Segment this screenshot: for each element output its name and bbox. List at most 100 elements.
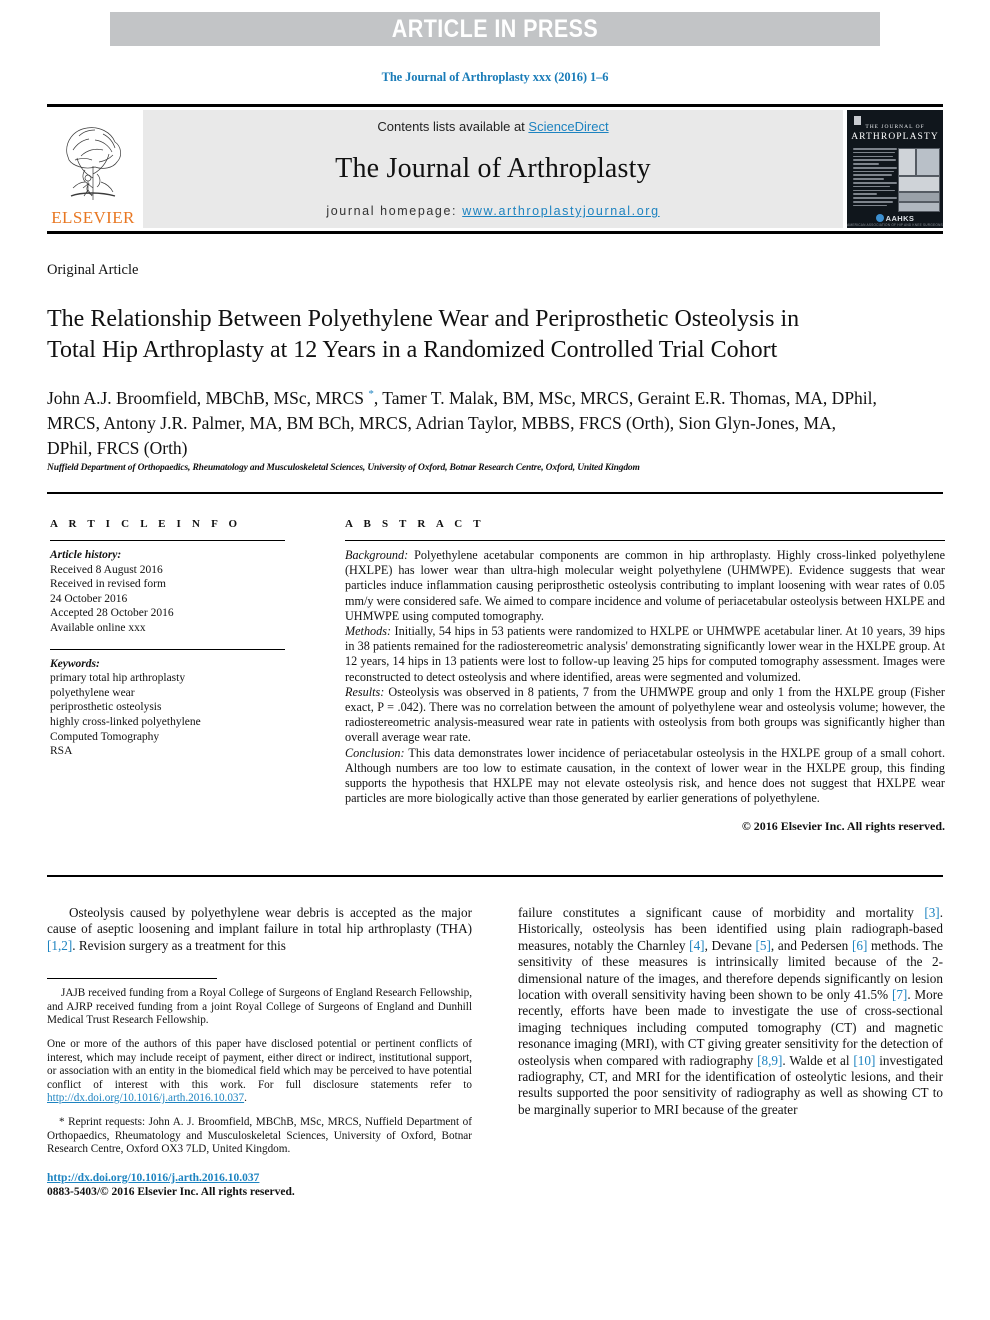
masthead-top-rule — [47, 104, 943, 107]
citation-ref[interactable]: [6] — [852, 938, 867, 953]
cover-title-line2: ARTHROPLASTY — [851, 132, 939, 142]
abstract-methods: Methods: Initially, 54 hips in 53 patien… — [345, 624, 945, 685]
journal-citation-line: The Journal of Arthroplasty xxx (2016) 1… — [381, 70, 609, 84]
citation-ref[interactable]: [3] — [924, 905, 939, 920]
article-in-press-label: ARTICLE IN PRESS — [391, 14, 599, 43]
article-doi-link[interactable]: http://dx.doi.org/10.1016/j.arth.2016.10… — [47, 1172, 259, 1184]
body-text-run: , and Pedersen — [770, 937, 852, 953]
body-text-run: . Walde et al — [782, 1052, 854, 1068]
reprint-marker: * — [59, 1115, 65, 1128]
history-item: Received 8 August 2016 — [50, 563, 163, 576]
article-type-label: Original Article — [47, 262, 139, 278]
history-item: Received in revised form — [50, 578, 166, 591]
history-item: 24 October 2016 — [50, 592, 128, 605]
doi-block: http://dx.doi.org/10.1016/j.arth.2016.10… — [47, 1171, 472, 1199]
abstract-background-label: Background: — [345, 548, 409, 562]
contents-lists-line: Contents lists available at ScienceDirec… — [377, 119, 608, 134]
aahks-label: AAHKS — [885, 214, 915, 223]
reprint-text: Reprint requests: John A. J. Broomfield,… — [47, 1115, 472, 1156]
elsevier-wordmark: ELSEVIER — [51, 208, 135, 227]
citation-ref[interactable]: [5] — [756, 938, 771, 953]
homepage-prefix: journal homepage: — [326, 204, 463, 218]
conflicts-period: . — [244, 1092, 247, 1105]
body-column-right: failure constitutes a significant cause … — [518, 905, 943, 1118]
abstract-rule — [345, 540, 945, 541]
abstract-methods-label: Methods: — [345, 624, 392, 639]
citation-ref[interactable]: [1,2] — [47, 938, 72, 953]
citation-ref[interactable]: [7] — [892, 987, 907, 1002]
keywords-block: Keywords: primary total hip arthroplasty… — [50, 657, 285, 759]
article-in-press-banner: ARTICLE IN PRESS — [110, 12, 880, 46]
keyword-item: highly cross-linked polyethylene — [50, 715, 201, 728]
article-history-label: Article history: — [50, 549, 122, 561]
corresponding-author-marker: * — [368, 388, 374, 400]
aahks-logo: AAHKS — [847, 214, 943, 223]
abstract-background: Background: Polyethylene acetabular comp… — [345, 548, 945, 624]
cover-figure-thumbnails — [898, 148, 940, 212]
abstract-body: Background: Polyethylene acetabular comp… — [345, 548, 945, 835]
article-history-block: Article history: Received 8 August 2016 … — [50, 548, 285, 636]
sciencedirect-panel: Contents lists available at ScienceDirec… — [143, 110, 843, 228]
abstract-section-top-rule — [47, 492, 943, 494]
abstract-column: A B S T R A C T Background: Polyethylene… — [345, 518, 945, 835]
masthead-bottom-rule — [47, 231, 943, 234]
author-names: John A.J. Broomfield, MBChB, MSc, MRCS *… — [47, 387, 877, 458]
sciencedirect-link[interactable]: ScienceDirect — [528, 119, 608, 134]
conflicts-text: One or more of the authors of this paper… — [47, 1038, 472, 1091]
issn-copyright-line: 0883-5403/© 2016 Elsevier Inc. All right… — [47, 1185, 295, 1198]
abstract-conclusion-label: Conclusion: — [345, 745, 405, 760]
article-info-column: A R T I C L E I N F O Article history: R… — [50, 518, 285, 759]
journal-masthead: ELSEVIER Contents lists available at Sci… — [47, 104, 943, 234]
page-title: The Relationship Between Polyethylene We… — [47, 306, 800, 364]
abstract-methods-text: Initially, 54 hips in 53 patients were r… — [345, 624, 945, 684]
citation-ref[interactable]: [10] — [853, 1053, 875, 1068]
conflicts-note: One or more of the authors of this paper… — [47, 1038, 472, 1106]
abstract-results-text: Osteolysis was observed in 8 patients, 7… — [345, 684, 945, 745]
aahks-mark-icon — [875, 214, 884, 222]
article-info-rule — [50, 540, 285, 541]
author-affiliation: Nuffield Department of Orthopaedics, Rhe… — [47, 463, 640, 473]
journal-homepage-line: journal homepage: www.arthroplastyjourna… — [326, 204, 659, 218]
body-text-run: failure constitutes a significant cause … — [518, 905, 925, 920]
abstract-background-text: Polyethylene acetabular components are c… — [345, 548, 945, 623]
reprint-note: * Reprint requests: John A. J. Broomfiel… — [47, 1116, 472, 1157]
disclosure-doi-link[interactable]: http://dx.doi.org/10.1016/j.arth.2016.10… — [47, 1092, 244, 1104]
contents-lists-prefix: Contents lists available at — [377, 119, 529, 134]
body-text-run: , Devane — [704, 937, 756, 953]
keyword-item: primary total hip arthroplasty — [50, 672, 186, 685]
body-section-top-rule — [47, 875, 943, 877]
cover-title-line1: THE JOURNAL OF — [865, 124, 925, 130]
body-column-left: Osteolysis caused by polyethylene wear d… — [47, 905, 472, 1199]
keywords-rule — [50, 648, 285, 650]
cover-text-lines — [853, 148, 897, 210]
footnote-divider — [47, 978, 217, 980]
keywords-label: Keywords: — [50, 657, 100, 670]
keyword-item: periprosthetic osteolysis — [50, 701, 162, 714]
citation-ref[interactable]: [8,9] — [757, 1053, 782, 1068]
abstract-results-label: Results: — [345, 684, 385, 699]
abstract-conclusion-text: This data demonstrates lower incidence o… — [345, 745, 945, 806]
intro-continuation: failure constitutes a significant cause … — [518, 905, 943, 1118]
abstract-heading: A B S T R A C T — [345, 518, 485, 530]
intro-paragraph-right: failure constitutes a significant cause … — [518, 905, 943, 1118]
citation-ref[interactable]: [4] — [689, 938, 704, 953]
keyword-item: RSA — [50, 745, 73, 758]
article-info-heading: A R T I C L E I N F O — [50, 518, 242, 530]
history-item: Accepted 28 October 2016 — [50, 607, 174, 620]
journal-homepage-link[interactable]: www.arthroplastyjournal.org — [462, 204, 659, 218]
footnote-block: JAJB received funding from a Royal Colle… — [47, 987, 472, 1199]
intro-text-b: . Revision surgery as a treatment for th… — [72, 937, 286, 953]
keyword-item: polyethylene wear — [50, 686, 135, 699]
journal-article-page: ARTICLE IN PRESS The Journal of Arthropl… — [0, 0, 990, 1320]
journal-cover-thumbnail: THE JOURNAL OF ARTHROPLASTY AAHKS AMERIC… — [847, 110, 943, 228]
abstract-conclusion: Conclusion: This data demonstrates lower… — [345, 746, 945, 807]
abstract-results: Results: Osteolysis was observed in 8 pa… — [345, 685, 945, 746]
journal-title: The Journal of Arthroplasty — [335, 153, 651, 184]
elsevier-logo: ELSEVIER — [47, 110, 139, 228]
elsevier-tree-icon — [66, 127, 121, 200]
history-item: Available online xxx — [50, 621, 146, 634]
intro-paragraph: Osteolysis caused by polyethylene wear d… — [47, 905, 472, 954]
aahks-sublabel: AMERICAN ASSOCIATION OF HIP AND KNEE SUR… — [847, 223, 943, 227]
keyword-item: Computed Tomography — [50, 730, 160, 743]
